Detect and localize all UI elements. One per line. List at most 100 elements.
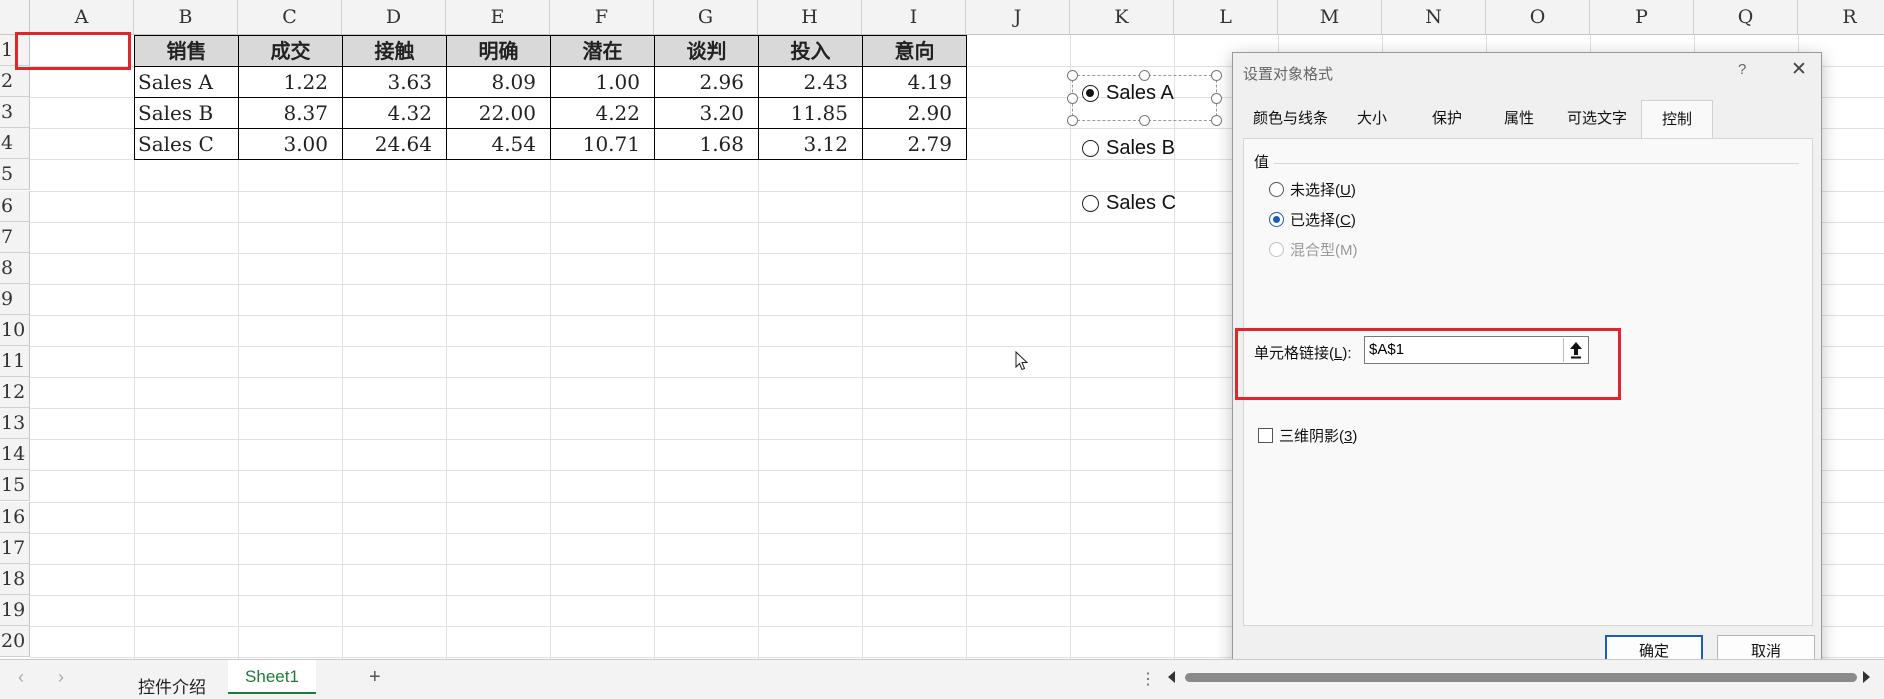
table-cell[interactable]: 3.63	[342, 66, 447, 99]
row-header[interactable]: 14	[0, 439, 30, 471]
table-cell[interactable]: 4.19	[862, 66, 967, 99]
more-options-icon[interactable]: ⋮	[1140, 669, 1156, 689]
table-cell[interactable]: 1.00	[550, 66, 655, 99]
column-header[interactable]: C	[238, 0, 342, 35]
row-header[interactable]: 19	[0, 594, 30, 626]
horizontal-scrollbar-thumb[interactable]	[1185, 673, 1857, 682]
table-cell[interactable]: 1.22	[238, 66, 343, 99]
table-cell[interactable]: Sales B	[134, 97, 239, 130]
header-cell[interactable]: 成交	[238, 35, 343, 68]
column-header[interactable]: H	[758, 0, 862, 35]
column-header[interactable]: J	[966, 0, 1070, 35]
column-header[interactable]: P	[1590, 0, 1694, 35]
row-header[interactable]: 7	[0, 221, 30, 253]
select-all-corner[interactable]	[0, 0, 30, 35]
header-cell[interactable]: 明确	[446, 35, 551, 68]
table-cell[interactable]: 2.79	[862, 128, 967, 161]
sheet-tab-sheet1[interactable]: Sheet1	[228, 660, 316, 694]
radio-unchecked-option[interactable]: 未选择(U)	[1269, 179, 1356, 200]
header-cell[interactable]: 谈判	[654, 35, 759, 68]
column-header[interactable]: Q	[1694, 0, 1798, 35]
table-cell[interactable]: 2.96	[654, 66, 759, 99]
column-header[interactable]: F	[550, 0, 654, 35]
shading-checkbox-option[interactable]: 三维阴影(3)	[1258, 425, 1357, 446]
tab-colors-lines[interactable]: 颜色与线条	[1243, 100, 1338, 138]
resize-handle[interactable]	[1067, 115, 1078, 126]
option-button-3[interactable]: Sales C	[1082, 192, 1176, 215]
row-header[interactable]: 17	[0, 532, 30, 564]
tab-control[interactable]: 控制	[1641, 100, 1713, 138]
help-button[interactable]: ?	[1738, 61, 1746, 78]
option-button-1[interactable]: Sales A	[1082, 82, 1174, 105]
close-icon[interactable]: ✕	[1791, 58, 1807, 81]
table-cell[interactable]: 8.09	[446, 66, 551, 99]
option-button-2[interactable]: Sales B	[1082, 137, 1175, 160]
tab-properties[interactable]: 属性	[1483, 100, 1555, 138]
table-cell[interactable]: 3.00	[238, 128, 343, 161]
table-cell[interactable]: 22.00	[446, 97, 551, 130]
table-cell[interactable]: 1.68	[654, 128, 759, 161]
resize-handle[interactable]	[1139, 70, 1150, 81]
row-header[interactable]: 3	[0, 97, 30, 129]
sheet-tab-intro[interactable]: 控件介绍	[138, 673, 206, 698]
column-header[interactable]: B	[134, 0, 238, 35]
checkbox[interactable]	[1258, 428, 1273, 443]
add-sheet-button[interactable]: +	[369, 666, 381, 689]
column-header[interactable]: G	[654, 0, 758, 35]
row-header[interactable]: 6	[0, 190, 30, 222]
table-cell[interactable]: 3.20	[654, 97, 759, 130]
row-header[interactable]: 20	[0, 625, 30, 657]
header-cell[interactable]: 接触	[342, 35, 447, 68]
row-header[interactable]: 10	[0, 314, 30, 346]
table-cell[interactable]: 4.32	[342, 97, 447, 130]
scroll-right-icon[interactable]: ›	[58, 667, 64, 688]
resize-handle[interactable]	[1211, 115, 1222, 126]
resize-handle[interactable]	[1067, 93, 1078, 104]
row-header[interactable]: 2	[0, 66, 30, 98]
row-header[interactable]: 11	[0, 346, 30, 378]
table-cell[interactable]: 8.37	[238, 97, 343, 130]
table-cell[interactable]: 4.54	[446, 128, 551, 161]
row-header[interactable]: 12	[0, 377, 30, 409]
row-header[interactable]: 4	[0, 128, 30, 160]
column-header[interactable]: L	[1174, 0, 1278, 35]
table-cell[interactable]: Sales C	[134, 128, 239, 161]
table-cell[interactable]: 4.22	[550, 97, 655, 130]
resize-handle[interactable]	[1211, 70, 1222, 81]
table-cell[interactable]: 10.71	[550, 128, 655, 161]
scroll-left-icon[interactable]: ‹	[18, 667, 24, 688]
column-header[interactable]: A	[30, 0, 134, 35]
column-header[interactable]: N	[1382, 0, 1486, 35]
column-header[interactable]: K	[1070, 0, 1174, 35]
column-header[interactable]: R	[1798, 0, 1884, 35]
row-header[interactable]: 8	[0, 252, 30, 284]
table-cell[interactable]: Sales A	[134, 66, 239, 99]
tab-protection[interactable]: 保护	[1411, 100, 1483, 138]
row-header[interactable]: 15	[0, 470, 30, 502]
header-cell[interactable]: 投入	[758, 35, 863, 68]
resize-handle[interactable]	[1211, 93, 1222, 104]
resize-handle[interactable]	[1067, 70, 1078, 81]
column-header[interactable]: O	[1486, 0, 1590, 35]
hscroll-right-arrow-icon[interactable]	[1863, 671, 1870, 683]
column-header[interactable]: M	[1278, 0, 1382, 35]
row-header[interactable]: 13	[0, 408, 30, 440]
table-cell[interactable]: 2.43	[758, 66, 863, 99]
row-header[interactable]: 18	[0, 563, 30, 595]
table-cell[interactable]: 3.12	[758, 128, 863, 161]
header-cell[interactable]: 意向	[862, 35, 967, 68]
row-header[interactable]: 5	[0, 159, 30, 191]
header-cell[interactable]: 潜在	[550, 35, 655, 68]
row-header[interactable]: 16	[0, 501, 30, 533]
radio-checked-option[interactable]: 已选择(C)	[1269, 209, 1356, 230]
table-cell[interactable]: 24.64	[342, 128, 447, 161]
row-header[interactable]: 9	[0, 283, 30, 315]
column-header[interactable]: I	[862, 0, 966, 35]
resize-handle[interactable]	[1139, 115, 1150, 126]
header-cell[interactable]: 销售	[134, 35, 239, 68]
tab-size[interactable]: 大小	[1343, 100, 1401, 138]
column-header[interactable]: D	[342, 0, 446, 35]
table-cell[interactable]: 2.90	[862, 97, 967, 130]
column-header[interactable]: E	[446, 0, 550, 35]
table-cell[interactable]: 11.85	[758, 97, 863, 130]
